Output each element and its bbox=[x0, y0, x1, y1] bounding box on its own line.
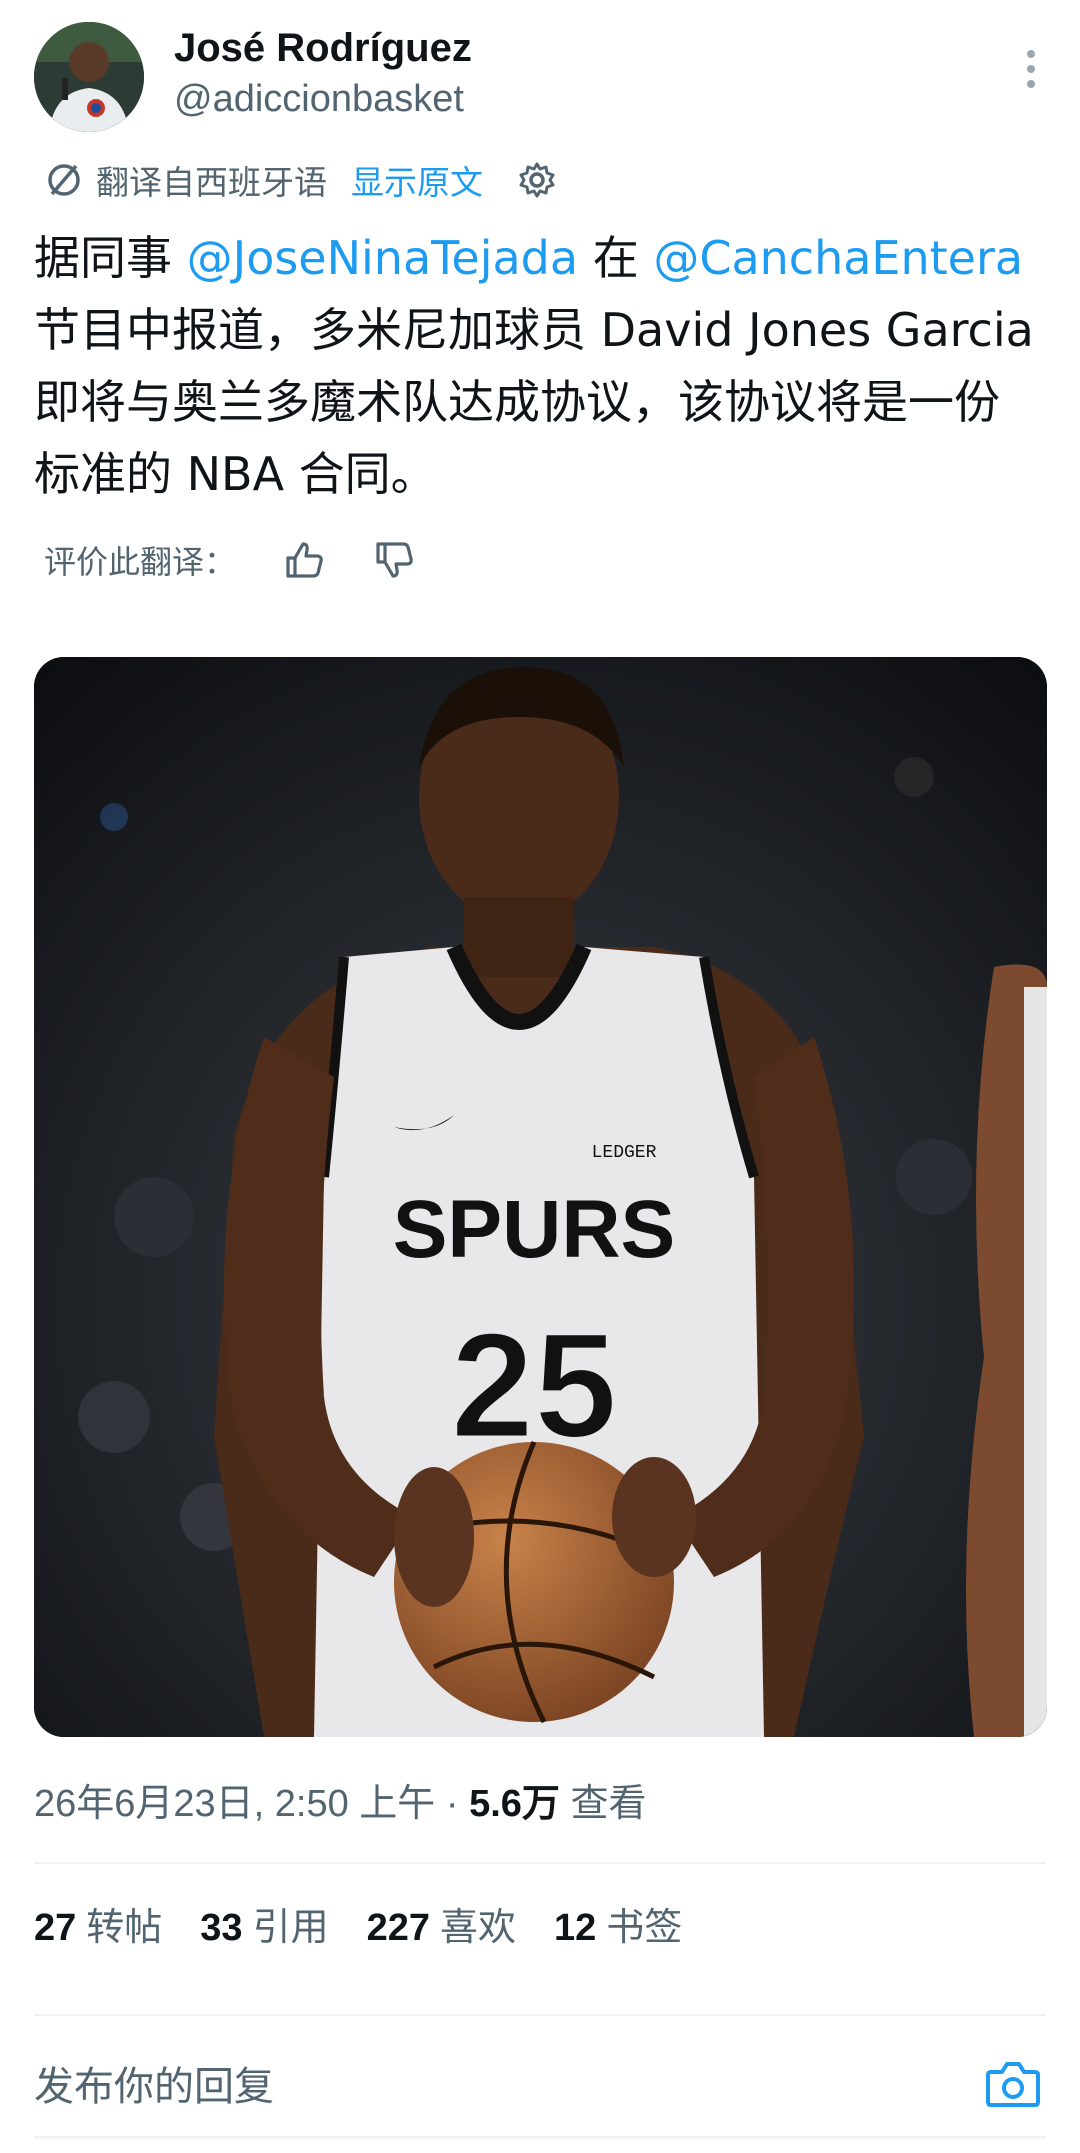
stat-label: 喜欢 bbox=[440, 1907, 517, 1949]
author-name[interactable]: José Rodríguez bbox=[174, 26, 472, 71]
stat-reposts[interactable]: 27 转帖 bbox=[34, 1896, 162, 1951]
stat-label: 引用 bbox=[252, 1907, 329, 1949]
avatar[interactable] bbox=[34, 22, 144, 132]
timestamp[interactable]: 26年6月23日, 2:50 上午 · bbox=[34, 1783, 469, 1825]
stat-number: 227 bbox=[366, 1907, 430, 1949]
rate-translation-label: 评价此翻译： bbox=[44, 543, 237, 581]
jersey-sponsor-text: LEDGER bbox=[592, 1143, 657, 1163]
stat-label: 书签 bbox=[606, 1907, 683, 1949]
jersey-team-text: SPURS bbox=[393, 1184, 676, 1275]
stat-number: 12 bbox=[554, 1907, 597, 1949]
show-original-link[interactable]: 显示原文 bbox=[351, 156, 483, 204]
reply-underline bbox=[34, 2136, 1046, 2139]
rate-translation-row: 评价此翻译： bbox=[44, 528, 416, 592]
thumbs-up-icon[interactable] bbox=[282, 538, 326, 582]
tweet-header: José Rodríguez @adiccionbasket bbox=[34, 22, 1046, 134]
stat-label: 转帖 bbox=[86, 1907, 163, 1949]
author-handle[interactable]: @adiccionbasket bbox=[174, 78, 464, 121]
engagement-stats: 27 转帖 33 引用 227 喜欢 12 书签 bbox=[34, 1896, 720, 1951]
translated-from-label: 翻译自西班牙语 bbox=[96, 163, 327, 202]
thumbs-down-icon[interactable] bbox=[372, 538, 416, 582]
tweet-media-image[interactable]: SPURS LEDGER 25 bbox=[34, 657, 1047, 1737]
more-options-icon[interactable] bbox=[1016, 44, 1046, 94]
stat-number: 27 bbox=[34, 1907, 77, 1949]
stat-number: 33 bbox=[200, 1907, 243, 1949]
gear-icon[interactable] bbox=[517, 160, 557, 200]
reply-input[interactable]: 发布你的回复 bbox=[34, 2054, 274, 2112]
tweet-text: 据同事 @JoseNinaTejada 在 @CanchaEntera 节目中报… bbox=[34, 222, 1044, 510]
tweet-text-part: 在 bbox=[578, 231, 654, 285]
mention-link[interactable]: @CanchaEntera bbox=[653, 231, 1023, 285]
tweet-timestamp-row: 26年6月23日, 2:50 上午 · 5.6万 查看 bbox=[34, 1772, 646, 1827]
views-count: 5.6万 bbox=[469, 1783, 560, 1825]
camera-icon[interactable] bbox=[985, 2058, 1041, 2110]
stat-quotes[interactable]: 33 引用 bbox=[200, 1896, 328, 1951]
tweet-text-part: 据同事 bbox=[34, 231, 187, 285]
translation-bar: 翻译自西班牙语 显示原文 bbox=[44, 150, 1024, 210]
stat-bookmarks[interactable]: 12 书签 bbox=[554, 1896, 682, 1951]
divider bbox=[34, 1862, 1046, 1864]
divider bbox=[34, 2014, 1046, 2016]
stat-likes[interactable]: 227 喜欢 bbox=[367, 1896, 516, 1951]
translate-icon bbox=[48, 164, 80, 196]
tweet-text-part: 节目中报道，多米尼加球员 David Jones Garcia 即将与奥兰多魔术… bbox=[34, 303, 1034, 501]
mention-link[interactable]: @JoseNinaTejada bbox=[187, 231, 578, 285]
views-label: 查看 bbox=[559, 1783, 647, 1825]
